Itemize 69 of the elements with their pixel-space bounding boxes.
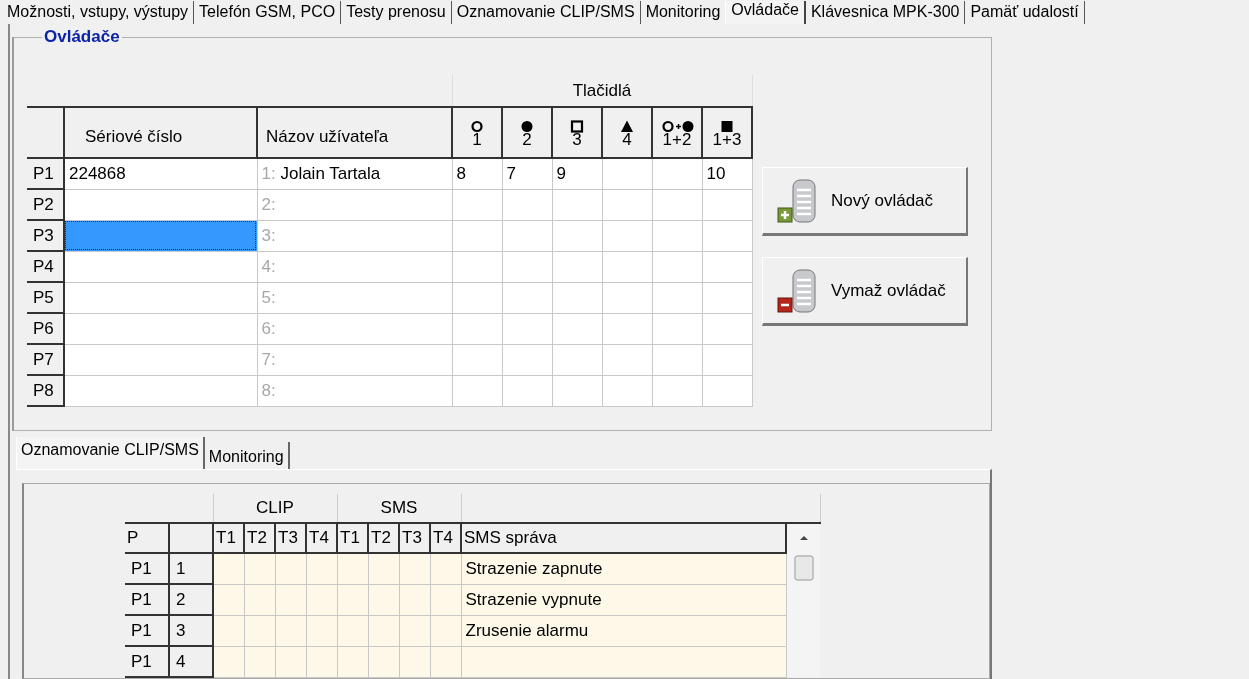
table-cell: Strazenie vypnute (461, 584, 786, 615)
row-header: P1 (125, 615, 169, 646)
row-header: P4 (27, 251, 64, 282)
row-header: P1 (125, 584, 169, 615)
table-cell[interactable] (64, 251, 257, 282)
row-number: 7: (261, 349, 276, 369)
ring-icon (470, 119, 484, 133)
row-header: P7 (27, 344, 64, 375)
table-cell[interactable] (64, 282, 257, 313)
table-cell[interactable] (64, 220, 257, 251)
user-name: Jolain Tartala (280, 164, 381, 183)
row-number: 8: (261, 380, 276, 400)
table-cell[interactable]: 224868 (64, 158, 257, 189)
column-group-header: Tlačidlá (452, 75, 752, 107)
column-header: 1+3 (712, 129, 742, 149)
row-header: P8 (27, 375, 64, 406)
row-header: P1 (125, 646, 169, 677)
column-header: 4 (622, 129, 632, 149)
table-cell: 7 (502, 158, 552, 189)
column-header: 1+2 (662, 129, 692, 149)
row-header: P1 (27, 158, 64, 189)
table-cell: Strazenie zapnute (461, 553, 786, 584)
tab[interactable]: Klávesnica MPK-300 (805, 1, 966, 24)
square-outline-icon (570, 119, 584, 133)
remote-minus-icon (777, 267, 819, 314)
column-header: P (125, 523, 169, 553)
table-cell[interactable] (64, 189, 257, 220)
row-number: 6: (261, 318, 276, 338)
table-cell: Zrusenie alarmu (461, 615, 786, 646)
column-header: SMS správa (461, 523, 786, 553)
tab[interactable]: Telefón GSM, PCO (194, 1, 342, 24)
tab[interactable]: Monitoring (204, 442, 290, 469)
row-header: P3 (27, 220, 64, 251)
tab[interactable]: Oznamovanie CLIP/SMS (16, 437, 205, 469)
tab[interactable]: Ovládače (725, 1, 806, 24)
remote-plus-icon (777, 177, 819, 224)
row-number: 3: (261, 225, 276, 245)
table-cell[interactable] (64, 344, 257, 375)
row-number: 4: (261, 256, 276, 276)
table-cell[interactable] (64, 313, 257, 344)
column-header: 1 (472, 129, 482, 149)
row-header: P1 (125, 553, 169, 584)
square-icon (720, 119, 734, 133)
row-number: 5: (261, 287, 276, 307)
column-group-header: SMS (337, 494, 461, 523)
row-number: 2: (261, 194, 276, 214)
delete-button[interactable]: Vymaž ovládač (762, 257, 968, 326)
table-cell: 10 (702, 158, 752, 189)
tab[interactable]: Možnosti, vstupy, výstupy (2, 1, 195, 24)
row-number: 1: (261, 164, 276, 183)
column-header: 3 (572, 129, 582, 149)
column-header: 2 (522, 129, 532, 149)
table-cell: 9 (552, 158, 602, 189)
group-title: Ovládače (42, 29, 122, 45)
dot-icon (520, 119, 534, 133)
tab[interactable]: Testy prenosu (341, 1, 452, 24)
row-header: P2 (27, 189, 64, 220)
add-button[interactable]: Nový ovládač (762, 167, 968, 236)
ring-plus-dot-icon (660, 119, 694, 133)
triangle-icon (620, 119, 634, 133)
column-group-header: CLIP (213, 494, 337, 523)
column-header: Sériové číslo (64, 107, 257, 158)
column-header: Názov užívateľa (257, 107, 452, 158)
tab[interactable]: Oznamovanie CLIP/SMS (451, 1, 641, 24)
row-header: P5 (27, 282, 64, 313)
row-header: P6 (27, 313, 64, 344)
tab[interactable]: Pamäť udalostí (965, 1, 1085, 24)
table-cell: 8 (452, 158, 502, 189)
table-cell[interactable] (64, 375, 257, 406)
